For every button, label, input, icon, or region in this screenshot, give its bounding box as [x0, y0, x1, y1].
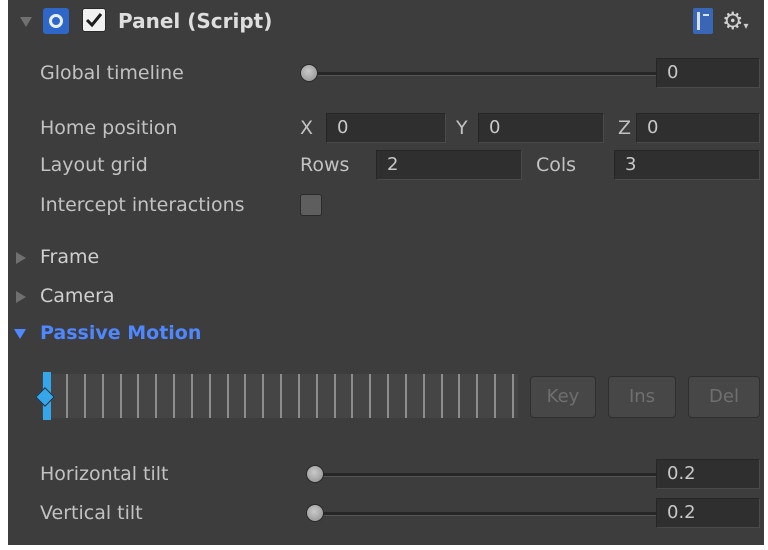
global-timeline-slider-track[interactable]: [306, 72, 656, 76]
horizontal-tilt-label: Horizontal tilt: [40, 463, 169, 485]
timeline-tick: [83, 374, 86, 418]
timeline-tick: [226, 374, 229, 418]
script-icon: [43, 8, 69, 34]
cols-field[interactable]: 3: [614, 150, 760, 180]
vertical-tilt-slider-track[interactable]: [306, 512, 656, 516]
cols-label: Cols: [536, 154, 577, 176]
timeline-tick: [512, 374, 514, 418]
camera-foldout-arrow-icon[interactable]: [16, 291, 26, 303]
home-y-field[interactable]: 0: [478, 113, 604, 143]
delete-button[interactable]: Del: [688, 376, 760, 418]
timeline-tick: [208, 374, 211, 418]
timeline-tick: [458, 374, 461, 418]
horizontal-tilt-slider-track[interactable]: [306, 473, 656, 477]
layout-grid-label: Layout grid: [40, 154, 148, 176]
intercept-interactions-label: Intercept interactions: [40, 194, 245, 216]
passive-motion-foldout-arrow-icon[interactable]: [14, 329, 26, 339]
timeline-tick: [101, 374, 104, 418]
timeline-tick: [280, 374, 283, 418]
timeline-tick: [315, 374, 318, 418]
timeline-tick: [155, 374, 158, 418]
home-y-label: Y: [456, 117, 468, 139]
vertical-tilt-label: Vertical tilt: [40, 502, 143, 524]
timeline-tick: [351, 374, 354, 418]
vertical-tilt-slider-handle[interactable]: [306, 504, 324, 522]
timeline-tick: [494, 374, 497, 418]
timeline-tick: [244, 374, 247, 418]
key-button[interactable]: Key: [530, 376, 596, 418]
timeline-tick: [476, 374, 479, 418]
inspector-panel: Panel (Script) ⚙▾ Global timeline 0 Home…: [8, 0, 764, 545]
enabled-checkbox[interactable]: [82, 8, 106, 32]
rows-label: Rows: [300, 154, 350, 176]
keyframe-timeline[interactable]: [42, 374, 518, 418]
timeline-tick: [333, 374, 336, 418]
timeline-tick: [369, 374, 372, 418]
reference-book-icon[interactable]: [693, 8, 713, 34]
home-x-label: X: [300, 117, 314, 139]
frame-foldout-arrow-icon[interactable]: [16, 252, 26, 264]
timeline-tick: [190, 374, 193, 418]
timeline-tick: [119, 374, 122, 418]
horizontal-tilt-field[interactable]: 0.2: [656, 459, 760, 489]
timeline-tick: [173, 374, 176, 418]
home-z-label: Z: [618, 117, 632, 139]
camera-foldout-label[interactable]: Camera: [40, 285, 115, 307]
vertical-tilt-field[interactable]: 0.2: [656, 498, 760, 528]
horizontal-tilt-slider-handle[interactable]: [306, 465, 324, 483]
home-z-field[interactable]: 0: [636, 113, 760, 143]
timeline-tick: [262, 374, 265, 418]
timeline-tick: [404, 374, 407, 418]
collapse-arrow-icon[interactable]: [20, 17, 32, 27]
passive-motion-foldout-label[interactable]: Passive Motion: [40, 322, 201, 344]
checkmark-icon: [85, 13, 103, 28]
component-title: Panel (Script): [118, 9, 273, 33]
home-x-field[interactable]: 0: [326, 113, 446, 143]
timeline-tick: [440, 374, 443, 418]
global-timeline-slider-handle[interactable]: [300, 64, 318, 82]
timeline-tick: [387, 374, 390, 418]
gear-icon[interactable]: ⚙▾: [722, 6, 752, 36]
global-timeline-field[interactable]: 0: [656, 58, 760, 88]
frame-foldout-label[interactable]: Frame: [40, 246, 99, 268]
home-position-label: Home position: [40, 117, 178, 139]
timeline-tick: [422, 374, 425, 418]
intercept-interactions-checkbox[interactable]: [300, 194, 322, 216]
timeline-tick: [137, 374, 140, 418]
timeline-tick: [66, 374, 68, 418]
global-timeline-label: Global timeline: [40, 62, 184, 84]
rows-field[interactable]: 2: [376, 150, 522, 180]
insert-button[interactable]: Ins: [608, 376, 676, 418]
timeline-tick: [297, 374, 300, 418]
